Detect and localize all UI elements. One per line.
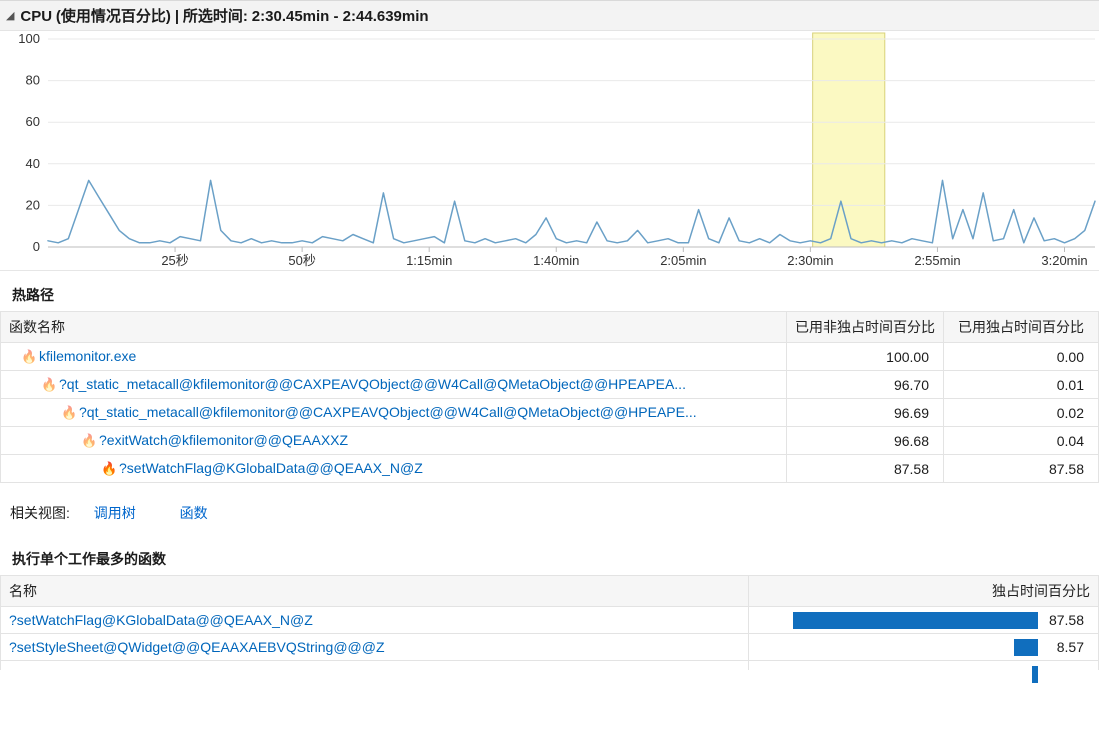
flame-partial-icon: 🔥 <box>21 349 35 365</box>
hot-path-row[interactable]: 🔥?setWatchFlag@KGlobalData@@QEAAX_N@Z87.… <box>1 455 1099 483</box>
cpu-usage-line <box>48 180 1095 242</box>
y-tick-label: 0 <box>33 239 40 254</box>
exclusive-pct: 87.58 <box>1049 612 1084 628</box>
top-functions-title: 执行单个工作最多的函数 <box>0 531 1099 575</box>
x-tick-label: 2:30min <box>787 253 833 268</box>
hot-path-title: 热路径 <box>0 271 1099 311</box>
top-functions-header-row: 名称 独占时间百分比 <box>1 576 1099 607</box>
cpu-chart[interactable]: 0 20 40 60 80 100 25秒 50秒 1:15min 1:40min 2:05min 2… <box>0 31 1099 271</box>
x-tick-label: 2:05min <box>660 253 706 268</box>
related-views: 相关视图: 调用树 函数 <box>0 483 1099 531</box>
y-tick-label: 40 <box>26 156 40 171</box>
cpu-chart-svg[interactable]: 0 20 40 60 80 100 25秒 50秒 1:15min 1:40min 2:05min 2… <box>0 31 1099 271</box>
chart-title-unit: (使用情况百分比) <box>56 8 171 25</box>
function-name-cell[interactable]: ?setWatchFlag@KGlobalData@@QEAAX_N@Z <box>1 607 749 634</box>
top-functions-table: 名称 独占时间百分比 ?setWatchFlag@KGlobalData@@QE… <box>0 575 1099 670</box>
exclusive-pct: 8.57 <box>1057 639 1084 655</box>
link-call-tree[interactable]: 调用树 <box>94 505 136 521</box>
exclusive-pct: 87.58 <box>944 455 1099 483</box>
inclusive-pct: 100.00 <box>787 343 944 371</box>
inclusive-pct: 96.68 <box>787 427 944 455</box>
exclusive-bar-cell <box>749 661 1099 671</box>
top-function-row[interactable]: ?setStyleSheet@QWidget@@QEAAXAEBVQString… <box>1 634 1099 661</box>
hot-path-name-cell[interactable]: 🔥kfilemonitor.exe <box>1 343 787 371</box>
inclusive-pct: 87.58 <box>787 455 944 483</box>
related-views-label: 相关视图: <box>10 505 70 521</box>
function-link[interactable]: ?exitWatch@kfilemonitor@@QEAAXXZ <box>99 432 348 448</box>
x-tick-label: 2:55min <box>914 253 960 268</box>
function-link[interactable]: ?setStyleSheet@QWidget@@QEAAXAEBVQString… <box>9 639 385 655</box>
exclusive-pct: 0.00 <box>944 343 1099 371</box>
y-tick-label: 100 <box>18 31 40 46</box>
exclusive-pct: 0.02 <box>944 399 1099 427</box>
function-link[interactable]: kfilemonitor.exe <box>39 348 136 364</box>
exclusive-bar <box>1014 639 1038 656</box>
chart-title-cpu: CPU <box>18 8 52 25</box>
inclusive-pct: 96.70 <box>787 371 944 399</box>
function-name-cell[interactable]: ?setStyleSheet@QWidget@@QEAAXAEBVQString… <box>1 634 749 661</box>
function-link[interactable]: ?setWatchFlag@KGlobalData@@QEAAX_N@Z <box>9 612 313 628</box>
exclusive-bar <box>1032 666 1038 683</box>
exclusive-pct: 0.04 <box>944 427 1099 455</box>
chart-header[interactable]: ◢ CPU (使用情况百分比) | 所选时间: 2:30.45min - 2:4… <box>0 0 1099 31</box>
hot-path-row[interactable]: 🔥?qt_static_metacall@kfilemonitor@@CAXPE… <box>1 371 1099 399</box>
link-functions[interactable]: 函数 <box>180 505 208 521</box>
hot-path-name-cell[interactable]: 🔥?setWatchFlag@KGlobalData@@QEAAX_N@Z <box>1 455 787 483</box>
flame-partial-icon: 🔥 <box>81 433 95 449</box>
hot-path-name-cell[interactable]: 🔥?qt_static_metacall@kfilemonitor@@CAXPE… <box>1 371 787 399</box>
x-tick-label: 50秒 <box>288 253 315 268</box>
function-link[interactable]: ?qt_static_metacall@kfilemonitor@@CAXPEA… <box>79 404 697 420</box>
hot-path-table: 函数名称 已用非独占时间百分比 已用独占时间百分比 🔥kfilemonitor.… <box>0 311 1099 483</box>
function-name-cell[interactable] <box>1 661 749 671</box>
flame-partial-icon: 🔥 <box>61 405 75 421</box>
hot-path-name-cell[interactable]: 🔥?exitWatch@kfilemonitor@@QEAAXXZ <box>1 427 787 455</box>
col-header-name[interactable]: 函数名称 <box>1 312 787 343</box>
exclusive-bar-cell: 87.58 <box>749 607 1099 634</box>
chart-title-time-range: 2:30.45min - 2:44.639min <box>252 8 429 25</box>
y-tick-label: 20 <box>26 197 40 212</box>
y-tick-label: 60 <box>26 114 40 129</box>
function-link[interactable]: ?setWatchFlag@KGlobalData@@QEAAX_N@Z <box>119 460 423 476</box>
hot-path-row[interactable]: 🔥kfilemonitor.exe100.000.00 <box>1 343 1099 371</box>
col-header-inclusive[interactable]: 已用非独占时间百分比 <box>787 312 944 343</box>
chart-title-time-label: 所选时间: <box>183 8 248 25</box>
hot-path-name-cell[interactable]: 🔥?qt_static_metacall@kfilemonitor@@CAXPE… <box>1 399 787 427</box>
x-tick-label: 1:40min <box>533 253 579 268</box>
tf-col-name[interactable]: 名称 <box>1 576 749 607</box>
x-tick-label: 25秒 <box>161 253 188 268</box>
col-header-exclusive[interactable]: 已用独占时间百分比 <box>944 312 1099 343</box>
exclusive-bar <box>793 612 1038 629</box>
function-link[interactable]: ?qt_static_metacall@kfilemonitor@@CAXPEA… <box>59 376 686 392</box>
top-function-row[interactable]: ?setWatchFlag@KGlobalData@@QEAAX_N@Z 87.5… <box>1 607 1099 634</box>
x-tick-label: 1:15min <box>406 253 452 268</box>
tf-col-excl[interactable]: 独占时间百分比 <box>749 576 1099 607</box>
hot-path-header-row: 函数名称 已用非独占时间百分比 已用独占时间百分比 <box>1 312 1099 343</box>
inclusive-pct: 96.69 <box>787 399 944 427</box>
exclusive-bar-cell: 8.57 <box>749 634 1099 661</box>
exclusive-pct: 0.01 <box>944 371 1099 399</box>
time-selection[interactable] <box>813 33 885 247</box>
chart-title-sep: | <box>175 8 179 25</box>
y-tick-label: 80 <box>26 73 40 88</box>
top-function-row-cutoff[interactable] <box>1 661 1099 671</box>
collapse-triangle-icon[interactable]: ◢ <box>6 9 14 22</box>
hot-path-row[interactable]: 🔥?qt_static_metacall@kfilemonitor@@CAXPE… <box>1 399 1099 427</box>
hot-path-row[interactable]: 🔥?exitWatch@kfilemonitor@@QEAAXXZ96.680.… <box>1 427 1099 455</box>
flame-icon: 🔥 <box>101 461 115 477</box>
flame-partial-icon: 🔥 <box>41 377 55 393</box>
x-tick-label: 3:20min <box>1041 253 1087 268</box>
